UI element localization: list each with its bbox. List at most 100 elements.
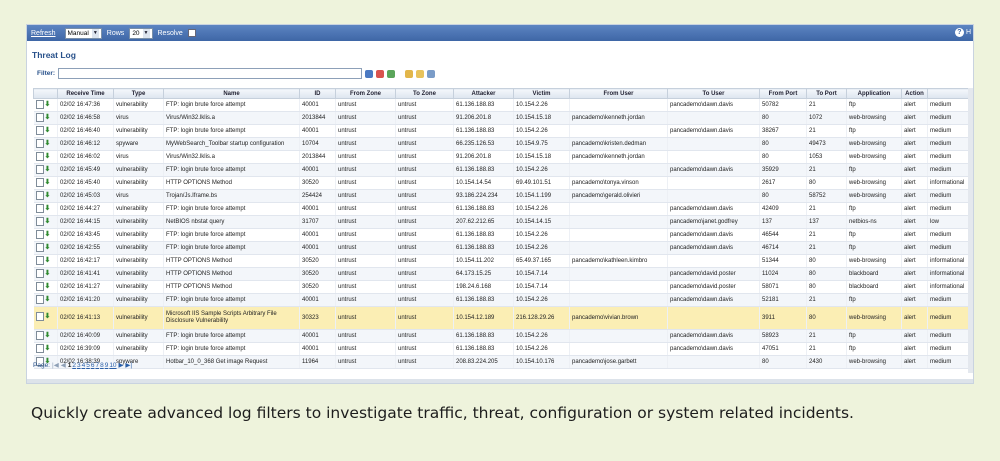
page-link[interactable]: 10 — [109, 362, 116, 369]
table-row[interactable]: ⬇ 02/02 16:39:09 vulnerability FTP: login b… — [33, 342, 973, 356]
download-pcap-icon[interactable]: ⬇ — [45, 282, 51, 290]
page-link[interactable]: 4 — [82, 362, 86, 369]
download-pcap-icon[interactable]: ⬇ — [45, 191, 51, 199]
download-pcap-icon[interactable]: ⬇ — [45, 178, 51, 186]
log-detail-icon[interactable] — [35, 281, 44, 291]
download-pcap-icon[interactable]: ⬇ — [45, 217, 51, 225]
column-header[interactable]: From Port — [759, 88, 807, 99]
table-cell[interactable]: HTTP OPTIONS Method — [163, 176, 300, 190]
page-link[interactable]: 2 — [72, 362, 76, 369]
table-cell[interactable]: FTP: login brute force attempt — [163, 293, 300, 307]
log-detail-icon[interactable] — [35, 312, 44, 321]
table-cell[interactable]: Virus/Win32.lklis.a — [163, 111, 300, 125]
column-header[interactable]: Application — [846, 88, 902, 99]
download-pcap-icon[interactable]: ⬇ — [45, 126, 51, 134]
download-pcap-icon[interactable]: ⬇ — [45, 152, 51, 160]
download-pcap-icon[interactable]: ⬇ — [45, 344, 51, 352]
download-pcap-icon[interactable]: ⬇ — [45, 256, 51, 264]
resolve-checkbox[interactable] — [187, 29, 196, 37]
download-pcap-icon[interactable]: ⬇ — [45, 204, 51, 212]
filter-input[interactable] — [58, 68, 363, 79]
table-cell[interactable]: Microsoft IIS Sample Scripts Arbitrary F… — [163, 306, 300, 330]
table-cell[interactable]: FTP: login brute force attempt — [163, 329, 300, 343]
table-cell[interactable]: Trojan/Js.Iframe.bs — [163, 189, 300, 203]
table-row[interactable]: ⬇ 02/02 16:40:09 vulnerability FTP: login b… — [33, 329, 973, 343]
page-link[interactable]: 7 — [95, 362, 99, 369]
log-detail-icon[interactable] — [35, 164, 44, 174]
table-row[interactable]: ⬇ 02/02 16:44:27 vulnerability FTP: login b… — [33, 202, 973, 216]
table-cell[interactable]: FTP: login brute force attempt — [163, 202, 300, 216]
column-header[interactable] — [33, 88, 58, 99]
table-row[interactable]: ⬇ 02/02 16:46:58 virus Virus/Win32.lklis.a 2… — [33, 111, 973, 125]
table-cell[interactable]: HTTP OPTIONS Method — [163, 254, 300, 268]
column-header[interactable]: To Zone — [395, 88, 454, 99]
load-filter-icon[interactable] — [416, 69, 425, 78]
page-link[interactable]: 9 — [105, 362, 109, 369]
apply-filter-icon[interactable] — [365, 69, 374, 78]
table-row[interactable]: ⬇ 02/02 16:42:55 vulnerability FTP: login b… — [33, 241, 973, 255]
column-header[interactable]: From User — [569, 88, 668, 99]
table-cell[interactable]: FTP: login brute force attempt — [163, 124, 300, 138]
download-pcap-icon[interactable]: ⬇ — [45, 313, 51, 320]
column-header[interactable]: From Zone — [335, 88, 396, 99]
log-detail-icon[interactable] — [35, 294, 44, 304]
horizontal-scrollbar[interactable] — [27, 379, 973, 383]
table-cell[interactable]: Hotbar_10_0_368 Get image Request — [163, 355, 300, 369]
refresh-mode-select[interactable]: Manual ▼ — [64, 27, 102, 39]
table-row[interactable]: ⬇ 02/02 16:46:12 spyware MyWebSearch_Toolba… — [33, 137, 973, 151]
table-row[interactable]: ⬇ 02/02 16:46:02 virus Virus/Win32.lklis.a 2… — [33, 150, 973, 164]
log-detail-icon[interactable] — [35, 138, 44, 148]
download-pcap-icon[interactable]: ⬇ — [45, 165, 51, 173]
table-cell[interactable]: MyWebSearch_Toolbar startup configuratio… — [163, 137, 300, 151]
log-detail-icon[interactable] — [35, 177, 44, 187]
download-pcap-icon[interactable]: ⬇ — [45, 139, 51, 147]
column-header[interactable]: Receive Time — [57, 88, 114, 99]
log-detail-icon[interactable] — [35, 216, 44, 226]
page-link[interactable]: 3 — [77, 362, 81, 369]
table-row[interactable]: ⬇ 02/02 16:45:49 vulnerability FTP: login b… — [33, 163, 973, 177]
table-row[interactable]: ⬇ 02/02 16:45:40 vulnerability HTTP OPTIONS… — [33, 176, 973, 190]
add-filter-icon[interactable] — [387, 69, 396, 78]
vertical-scrollbar[interactable] — [968, 88, 973, 373]
table-cell[interactable]: HTTP OPTIONS Method — [163, 280, 300, 294]
page-link[interactable]: 1 — [68, 362, 72, 369]
table-row[interactable]: ⬇ 02/02 16:41:13 vulnerability Microsoft II… — [33, 306, 973, 330]
prev-page-icon[interactable]: ◀ — [61, 361, 66, 369]
table-cell[interactable]: HTTP OPTIONS Method — [163, 267, 300, 281]
save-filter-icon[interactable] — [405, 69, 414, 78]
column-header[interactable]: To User — [667, 88, 760, 99]
table-cell[interactable]: FTP: login brute force attempt — [163, 228, 300, 242]
table-cell[interactable]: FTP: login brute force attempt — [163, 163, 300, 177]
table-row[interactable]: ⬇ 02/02 16:47:36 vulnerability FTP: login b… — [33, 98, 973, 112]
page-link[interactable]: 6 — [91, 362, 95, 369]
download-pcap-icon[interactable]: ⬇ — [45, 100, 51, 108]
table-row[interactable]: ⬇ 02/02 16:41:20 vulnerability FTP: login b… — [33, 293, 973, 307]
table-cell[interactable]: NetBIOS nbstat query — [163, 215, 300, 229]
table-row[interactable]: ⬇ 02/02 16:46:40 vulnerability FTP: login b… — [33, 124, 973, 138]
table-cell[interactable]: FTP: login brute force attempt — [163, 98, 300, 112]
table-row[interactable]: ⬇ 02/02 16:38:39 spyware Hotbar_10_0_368 Ge… — [33, 355, 973, 369]
log-detail-icon[interactable] — [35, 229, 44, 239]
download-pcap-icon[interactable]: ⬇ — [45, 269, 51, 277]
clear-filter-icon[interactable] — [376, 69, 385, 78]
table-row[interactable]: ⬇ 02/02 16:43:45 vulnerability FTP: login b… — [33, 228, 973, 242]
download-pcap-icon[interactable]: ⬇ — [45, 243, 51, 251]
column-header[interactable]: Attacker — [453, 88, 514, 99]
table-row[interactable]: ⬇ 02/02 16:44:15 vulnerability NetBIOS nbst… — [33, 215, 973, 229]
page-link[interactable]: 8 — [100, 362, 104, 369]
table-cell[interactable]: FTP: login brute force attempt — [163, 241, 300, 255]
log-detail-icon[interactable] — [35, 151, 44, 161]
help-button[interactable]: ? H — [954, 28, 971, 37]
page-link[interactable]: 5 — [86, 362, 90, 369]
log-detail-icon[interactable] — [35, 190, 44, 200]
download-pcap-icon[interactable]: ⬇ — [45, 331, 51, 339]
table-row[interactable]: ⬇ 02/02 16:42:17 vulnerability HTTP OPTIONS… — [33, 254, 973, 268]
log-detail-icon[interactable] — [35, 255, 44, 265]
column-header[interactable]: Type — [113, 88, 164, 99]
log-detail-icon[interactable] — [35, 242, 44, 252]
log-detail-icon[interactable] — [35, 343, 44, 353]
table-row[interactable]: ⬇ 02/02 16:41:27 vulnerability HTTP OPTIONS… — [33, 280, 973, 294]
log-detail-icon[interactable] — [35, 203, 44, 213]
column-header[interactable]: Action — [901, 88, 928, 99]
export-icon[interactable] — [427, 69, 436, 78]
